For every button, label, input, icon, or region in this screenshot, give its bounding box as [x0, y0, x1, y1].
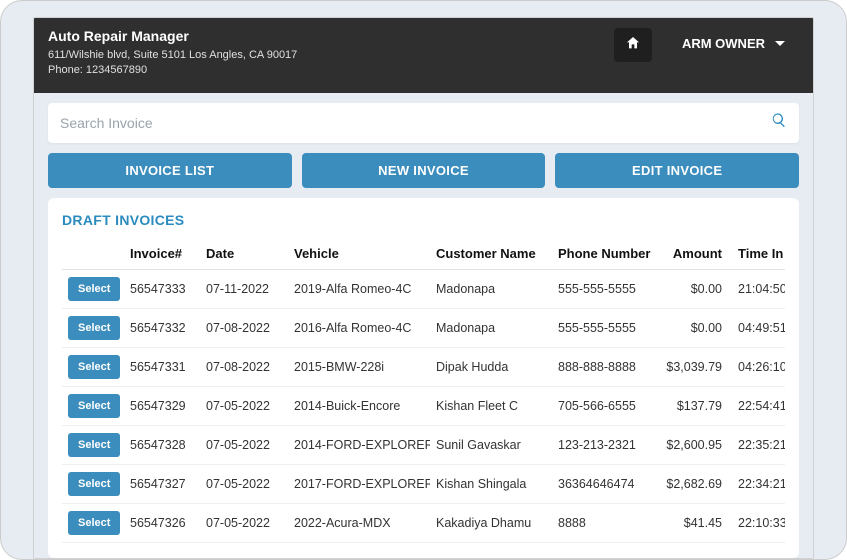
- search-bar: [48, 103, 799, 143]
- cell-customer: Madonapa: [430, 308, 552, 347]
- cell-time-in: 22:10:33: [732, 503, 785, 542]
- invoice-table: Invoice# Date Vehicle Customer Name Phon…: [62, 238, 785, 543]
- table-row: Select5654733107-08-20222015-BMW-228iDip…: [62, 347, 785, 386]
- cell-phone: 8888: [552, 503, 660, 542]
- cell-time-in: 22:35:21: [732, 425, 785, 464]
- cell-date: 07-05-2022: [200, 386, 288, 425]
- table-row: Select5654732707-05-20222017-FORD-EXPLOR…: [62, 464, 785, 503]
- tab-new-invoice[interactable]: NEW INVOICE: [302, 153, 546, 188]
- brand-block: Auto Repair Manager 611/Wilshie blvd, Su…: [48, 28, 602, 79]
- user-menu-label: ARM OWNER: [682, 36, 765, 51]
- cell-amount: $2,600.95: [660, 425, 732, 464]
- table-row: Select5654732807-05-20222014-FORD-EXPLOR…: [62, 425, 785, 464]
- cell-time-in: 22:54:41: [732, 386, 785, 425]
- cell-time-in: 22:34:21: [732, 464, 785, 503]
- col-customer: Customer Name: [430, 238, 552, 270]
- cell-customer: Dipak Hudda: [430, 347, 552, 386]
- cell-invoice: 56547327: [124, 464, 200, 503]
- cell-vehicle: 2019-Alfa Romeo-4C: [288, 269, 430, 308]
- select-button[interactable]: Select: [68, 277, 120, 301]
- app-phone: Phone: 1234567890: [48, 63, 602, 78]
- cell-amount: $0.00: [660, 269, 732, 308]
- card-title: DRAFT INVOICES: [62, 212, 785, 228]
- col-date: Date: [200, 238, 288, 270]
- chevron-down-icon: [775, 41, 785, 46]
- cell-vehicle: 2017-FORD-EXPLORER: [288, 464, 430, 503]
- col-invoice: Invoice#: [124, 238, 200, 270]
- search-input[interactable]: [60, 115, 771, 131]
- select-button[interactable]: Select: [68, 511, 120, 535]
- cell-customer: Kishan Fleet C: [430, 386, 552, 425]
- tab-edit-invoice[interactable]: EDIT INVOICE: [555, 153, 799, 188]
- col-amount: Amount: [660, 238, 732, 270]
- cell-date: 07-08-2022: [200, 347, 288, 386]
- cell-time-in: 04:49:51: [732, 308, 785, 347]
- cell-vehicle: 2016-Alfa Romeo-4C: [288, 308, 430, 347]
- table-row: Select5654733307-11-20222019-Alfa Romeo-…: [62, 269, 785, 308]
- select-button[interactable]: Select: [68, 355, 120, 379]
- draft-invoices-card: DRAFT INVOICES Invoice# Date Ve: [48, 198, 799, 558]
- col-time-in: Time In: [732, 238, 785, 270]
- cell-date: 07-05-2022: [200, 503, 288, 542]
- cell-amount: $41.45: [660, 503, 732, 542]
- col-phone: Phone Number: [552, 238, 660, 270]
- cell-customer: Kakadiya Dhamu: [430, 503, 552, 542]
- cell-time-in: 21:04:50: [732, 269, 785, 308]
- cell-phone: 123-213-2321: [552, 425, 660, 464]
- table-row: Select5654733207-08-20222016-Alfa Romeo-…: [62, 308, 785, 347]
- app-address: 611/Wilshie blvd, Suite 5101 Los Angles,…: [48, 48, 602, 63]
- cell-phone: 705-566-6555: [552, 386, 660, 425]
- select-button[interactable]: Select: [68, 433, 120, 457]
- cell-date: 07-05-2022: [200, 425, 288, 464]
- cell-invoice: 56547331: [124, 347, 200, 386]
- cell-vehicle: 2022-Acura-MDX: [288, 503, 430, 542]
- cell-customer: Kishan Shingala: [430, 464, 552, 503]
- cell-invoice: 56547329: [124, 386, 200, 425]
- cell-vehicle: 2015-BMW-228i: [288, 347, 430, 386]
- cell-invoice: 56547326: [124, 503, 200, 542]
- cell-amount: $2,682.69: [660, 464, 732, 503]
- cell-amount: $0.00: [660, 308, 732, 347]
- cell-invoice: 56547333: [124, 269, 200, 308]
- cell-customer: Madonapa: [430, 269, 552, 308]
- cell-amount: $137.79: [660, 386, 732, 425]
- select-button[interactable]: Select: [68, 316, 120, 340]
- cell-phone: 555-555-5555: [552, 269, 660, 308]
- home-icon: [625, 35, 641, 56]
- cell-amount: $3,039.79: [660, 347, 732, 386]
- col-vehicle: Vehicle: [288, 238, 430, 270]
- cell-phone: 555-555-5555: [552, 308, 660, 347]
- select-button[interactable]: Select: [68, 472, 120, 496]
- home-button[interactable]: [614, 28, 652, 62]
- search-icon[interactable]: [771, 112, 787, 133]
- cell-time-in: 04:26:10: [732, 347, 785, 386]
- app-title: Auto Repair Manager: [48, 28, 602, 44]
- tab-row: INVOICE LIST NEW INVOICE EDIT INVOICE: [48, 153, 799, 188]
- user-menu[interactable]: ARM OWNER: [664, 28, 799, 59]
- cell-vehicle: 2014-FORD-EXPLORER: [288, 425, 430, 464]
- cell-date: 07-08-2022: [200, 308, 288, 347]
- cell-date: 07-11-2022: [200, 269, 288, 308]
- cell-phone: 36364646474: [552, 464, 660, 503]
- cell-phone: 888-888-8888: [552, 347, 660, 386]
- cell-vehicle: 2014-Buick-Encore: [288, 386, 430, 425]
- cell-invoice: 56547328: [124, 425, 200, 464]
- cell-customer: Sunil Gavaskar: [430, 425, 552, 464]
- tab-invoice-list[interactable]: INVOICE LIST: [48, 153, 292, 188]
- invoice-table-wrap: Invoice# Date Vehicle Customer Name Phon…: [62, 238, 785, 558]
- cell-date: 07-05-2022: [200, 464, 288, 503]
- cell-invoice: 56547332: [124, 308, 200, 347]
- table-row: Select5654732607-05-20222022-Acura-MDXKa…: [62, 503, 785, 542]
- top-bar: Auto Repair Manager 611/Wilshie blvd, Su…: [34, 18, 813, 93]
- table-row: Select5654732907-05-20222014-Buick-Encor…: [62, 386, 785, 425]
- select-button[interactable]: Select: [68, 394, 120, 418]
- col-select: [62, 238, 124, 270]
